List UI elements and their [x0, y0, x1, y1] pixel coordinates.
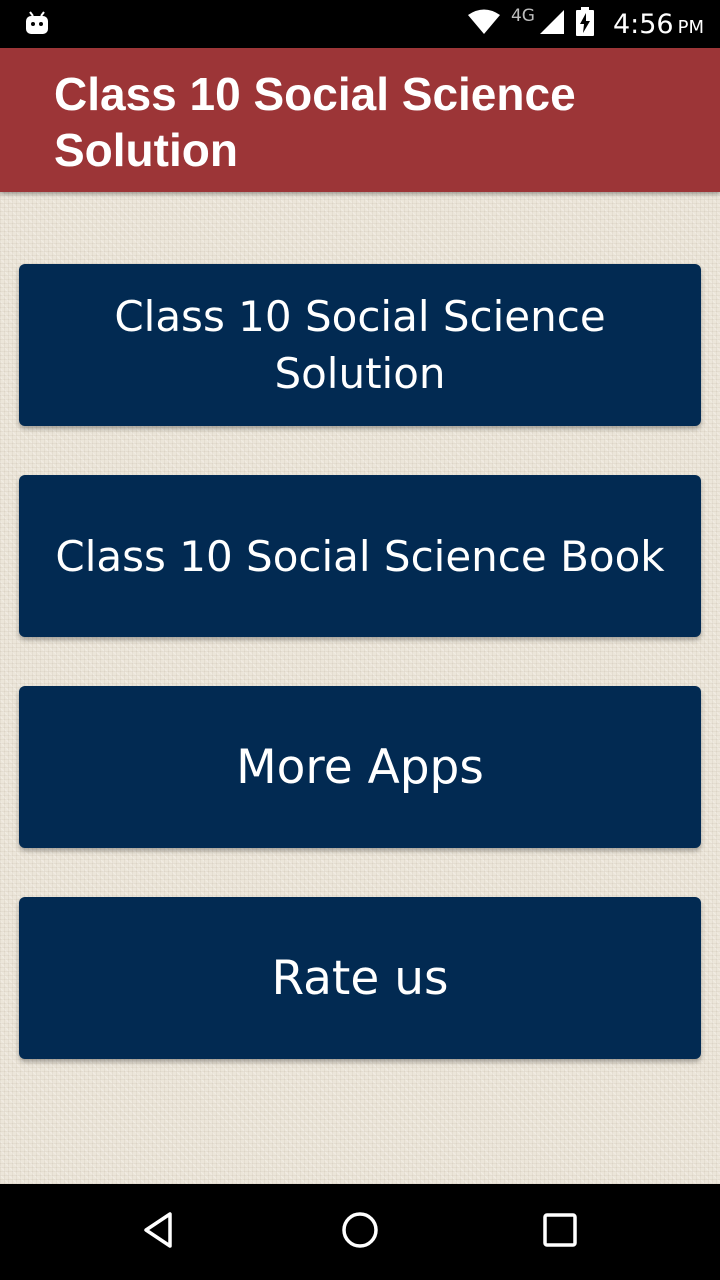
wifi-icon: [467, 9, 501, 39]
app-title: Class 10 Social Science Solution: [54, 68, 576, 176]
home-button[interactable]: [336, 1208, 384, 1256]
clock-time: 4:56: [612, 8, 674, 40]
home-circle-icon: [340, 1210, 380, 1254]
book-button[interactable]: Class 10 Social Science Book: [19, 475, 701, 637]
more-apps-button[interactable]: More Apps: [19, 686, 701, 848]
navigation-bar: [0, 1184, 720, 1280]
network-type-label: 4G: [510, 6, 535, 26]
back-triangle-icon: [140, 1210, 180, 1254]
app-bar: Class 10 Social Science Solution: [0, 48, 720, 192]
cell-signal-icon: [539, 9, 565, 39]
android-notification-icon: [24, 10, 50, 36]
status-icons: 4G 4:56 PM: [467, 0, 704, 48]
battery-charging-icon: [575, 7, 595, 41]
clock-ampm: PM: [677, 16, 704, 38]
recent-apps-button[interactable]: [536, 1208, 584, 1256]
status-bar: 4G 4:56 PM: [0, 0, 720, 48]
back-button[interactable]: [136, 1208, 184, 1256]
solution-button[interactable]: Class 10 Social Science Solution: [19, 264, 701, 426]
recent-apps-square-icon: [540, 1210, 580, 1254]
rate-us-button[interactable]: Rate us: [19, 897, 701, 1059]
main-content: Class 10 Social Science Solution Class 1…: [0, 192, 720, 1184]
status-clock: 4:56 PM: [613, 9, 704, 40]
